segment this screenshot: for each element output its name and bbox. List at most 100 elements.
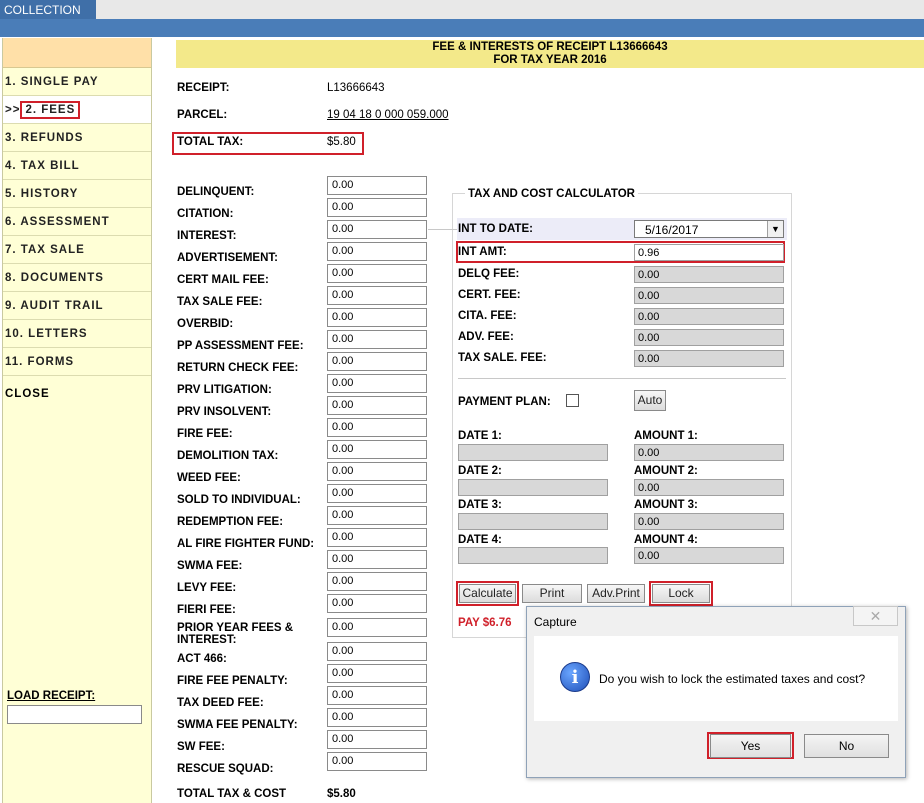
fee-input[interactable]: 0.00 [327, 594, 427, 613]
amount2-label: AMOUNT 2: [634, 465, 698, 477]
date4-field [458, 547, 608, 564]
int-to-date-value: 5/16/2017 [645, 223, 699, 237]
sidebar-header [3, 38, 151, 68]
fee-input[interactable]: 0.00 [327, 730, 427, 749]
fee-label: OVERBID: [177, 318, 233, 330]
sidebar-item-documents[interactable]: 8. DOCUMENTS [3, 264, 151, 292]
fee-input[interactable]: 0.00 [327, 396, 427, 415]
tab-collection[interactable]: COLLECTION [0, 0, 96, 19]
sidebar-item-refunds[interactable]: 3. REFUNDS [3, 124, 151, 152]
fee-input[interactable]: 0.00 [327, 440, 427, 459]
sidebar-item-tax-sale[interactable]: 7. TAX SALE [3, 236, 151, 264]
dialog-message: Do you wish to lock the estimated taxes … [599, 672, 866, 686]
payment-plan-checkbox[interactable] [566, 394, 579, 407]
sidebar-item-assessment[interactable]: 6. ASSESSMENT [3, 208, 151, 236]
sidebar-item-fees-label[interactable]: 2. FEES [20, 101, 81, 119]
lock-button[interactable]: Lock [652, 584, 710, 603]
fee-label-text: CERT MAIL FEE: [177, 274, 269, 286]
fee-label: WEED FEE: [177, 472, 241, 484]
sidebar-item-history[interactable]: 5. HISTORY [3, 180, 151, 208]
fee-label-text: OVERBID: [177, 318, 234, 330]
total-tax-cost-value: $5.80 [327, 788, 356, 800]
fee-label: CITATION: [177, 208, 233, 220]
fee-label-text: INTEREST: [177, 230, 237, 242]
fee-input[interactable]: 0.00 [327, 198, 427, 217]
fee-input[interactable]: 0.00 [327, 352, 427, 371]
sidebar-item-forms[interactable]: 11. FORMS [3, 348, 151, 376]
fee-label-text: INTEREST: [177, 634, 237, 646]
cita-fee-label: CITA. FEE: [458, 310, 517, 322]
fee-label: FIRE FEE PENALTY: [177, 675, 288, 687]
top-bar [0, 0, 924, 19]
int-to-date-label: INT TO DATE: [458, 223, 533, 235]
yes-button[interactable]: Yes [710, 734, 791, 758]
fee-input[interactable]: 0.00 [327, 506, 427, 525]
no-button[interactable]: No [804, 734, 889, 758]
sidebar-item-tax-bill[interactable]: 4. TAX BILL [3, 152, 151, 180]
print-button[interactable]: Print [522, 584, 582, 603]
close-icon[interactable]: ✕ [853, 606, 898, 626]
fee-label-text: CITATION: [177, 208, 234, 220]
fee-input[interactable]: 0.00 [327, 242, 427, 261]
fee-input[interactable]: 0.00 [327, 418, 427, 437]
sidebar-item-audit-trail[interactable]: 9. AUDIT TRAIL [3, 292, 151, 320]
fee-input[interactable]: 0.00 [327, 484, 427, 503]
sidebar-item-single-pay[interactable]: 1. SINGLE PAY [3, 68, 151, 96]
tax-sale-fee-label: TAX SALE. FEE: [458, 352, 547, 364]
fee-label-text: SWMA FEE PENALTY: [177, 719, 298, 731]
fee-label-text: DELINQUENT: [177, 186, 255, 198]
parcel-link[interactable]: 19 04 18 0 000 059.000 [327, 109, 449, 121]
fee-input[interactable]: 0.00 [327, 462, 427, 481]
fee-input[interactable]: 0.00 [327, 550, 427, 569]
cita-fee-field: 0.00 [634, 308, 784, 325]
fee-label-text: SWMA FEE: [177, 560, 243, 572]
int-amt-input[interactable]: 0.96 [634, 244, 784, 261]
fee-input[interactable]: 0.00 [327, 176, 427, 195]
fee-label: ACT 466: [177, 653, 227, 665]
amount2-field: 0.00 [634, 479, 784, 496]
fee-input[interactable]: 0.00 [327, 528, 427, 547]
active-marker: >> [5, 104, 21, 116]
fee-input[interactable]: 0.00 [327, 308, 427, 327]
fee-label-text: LEVY FEE: [177, 582, 237, 594]
fee-input[interactable]: 0.00 [327, 618, 427, 637]
fee-label: RETURN CHECK FEE: [177, 362, 298, 374]
divider [458, 378, 786, 379]
cert-fee-field: 0.00 [634, 287, 784, 304]
load-receipt-input[interactable] [7, 705, 142, 724]
fee-input[interactable]: 0.00 [327, 686, 427, 705]
fee-input[interactable]: 0.00 [327, 330, 427, 349]
adv-fee-field: 0.00 [634, 329, 784, 346]
int-to-date-select[interactable]: 5/16/2017 ▼ [634, 220, 784, 238]
fee-label: REDEMPTION FEE: [177, 516, 283, 528]
sidebar-item-fees[interactable]: >> 2. FEES [3, 96, 151, 124]
date3-field [458, 513, 608, 530]
fee-label-text: REDEMPTION FEE: [177, 516, 284, 528]
chevron-down-icon[interactable]: ▼ [767, 221, 783, 237]
fee-input[interactable]: 0.00 [327, 664, 427, 683]
payment-plan-label: PAYMENT PLAN: [458, 396, 551, 408]
fee-input[interactable]: 0.00 [327, 752, 427, 771]
load-receipt-label[interactable]: LOAD RECEIPT: [7, 690, 95, 702]
fee-label: PRV LITIGATION: [177, 384, 272, 396]
fee-input[interactable]: 0.00 [327, 572, 427, 591]
fee-input[interactable]: 0.00 [327, 708, 427, 727]
fee-label: DELINQUENT: [177, 186, 254, 198]
adv-print-button[interactable]: Adv.Print [587, 584, 645, 603]
calculate-button[interactable]: Calculate [459, 584, 516, 603]
sidebar-item-letters[interactable]: 10. LETTERS [3, 320, 151, 348]
fee-input[interactable]: 0.00 [327, 286, 427, 305]
fee-input[interactable]: 0.00 [327, 220, 427, 239]
sidebar-item-close[interactable]: CLOSE [3, 376, 151, 402]
fee-input[interactable]: 0.00 [327, 264, 427, 283]
date3-label: DATE 3: [458, 499, 502, 511]
adv-fee-label: ADV. FEE: [458, 331, 514, 343]
fee-input[interactable]: 0.00 [327, 642, 427, 661]
cert-fee-label: CERT. FEE: [458, 289, 521, 301]
fee-label-text: ADVERTISEMENT: [177, 252, 278, 264]
date4-label: DATE 4: [458, 534, 502, 546]
fee-label: AL FIRE FIGHTER FUND: [177, 538, 314, 550]
fee-input[interactable]: 0.00 [327, 374, 427, 393]
delq-fee-label: DELQ FEE: [458, 268, 520, 280]
auto-button[interactable]: Auto [634, 390, 666, 411]
